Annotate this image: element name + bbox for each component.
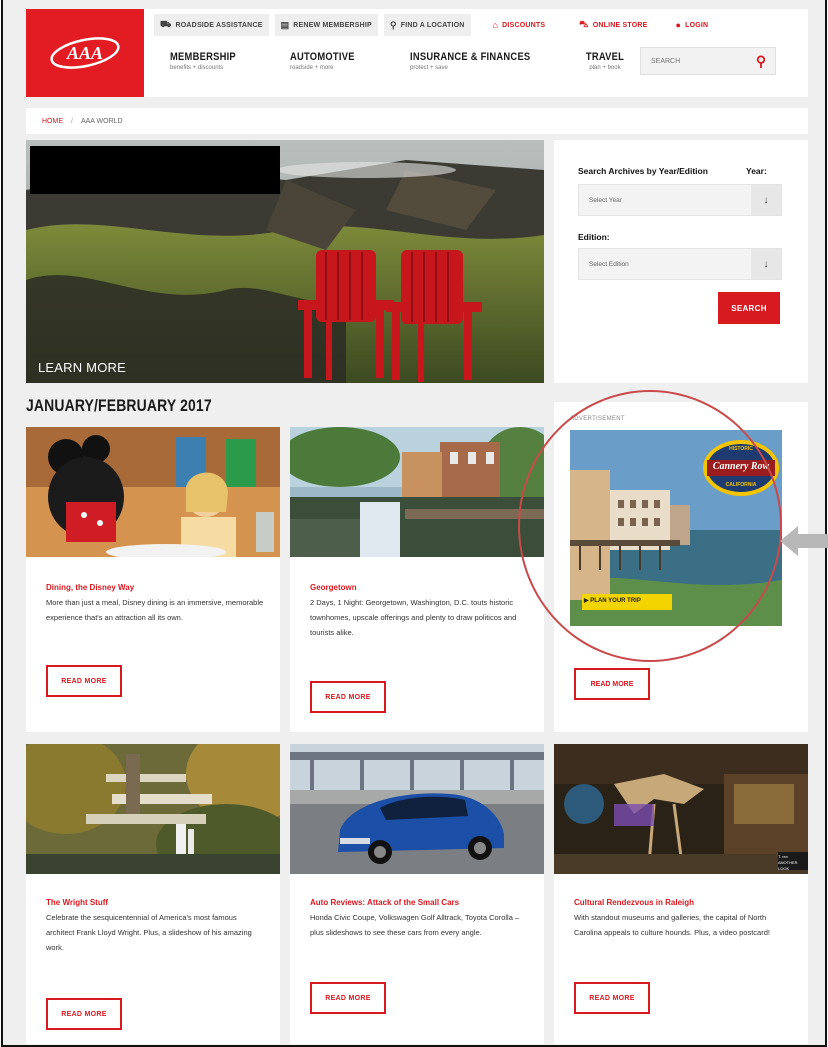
find-location-link[interactable]: ⚲ FIND A LOCATION bbox=[383, 14, 471, 36]
article-title[interactable]: Auto Reviews: Attack of the Small Cars bbox=[310, 898, 459, 907]
advertisement-label: ADVERTISEMENT bbox=[570, 416, 625, 422]
find-location-label: FIND A LOCATION bbox=[400, 21, 465, 29]
ad-plan-trip-label: PLAN YOUR TRIP bbox=[590, 598, 641, 604]
georgetown-image bbox=[290, 427, 544, 557]
year-label: Year: bbox=[746, 166, 767, 176]
read-more-button[interactable]: READ MORE bbox=[310, 681, 386, 713]
main-nav: MEMBERSHIP benefits + discounts AUTOMOTIV… bbox=[170, 51, 640, 71]
honda-civic-image bbox=[290, 744, 544, 874]
tag-icon: ⌂ bbox=[492, 20, 499, 30]
breadcrumb: HOME / AAA WORLD bbox=[26, 108, 808, 134]
discounts-label: DISCOUNTS bbox=[502, 21, 546, 29]
read-more-button[interactable]: READ MORE bbox=[46, 998, 122, 1030]
disney-image bbox=[26, 427, 280, 557]
ad-brand-top: HISTORIC bbox=[729, 446, 753, 452]
year-select[interactable]: Select Year ↓ bbox=[578, 184, 782, 216]
aaa-logo[interactable]: AAA bbox=[26, 9, 144, 97]
article-card-raleigh: T. rex ANOTHER LOOK Cultural Rendezvous … bbox=[554, 744, 808, 1044]
nav-membership-sub: benefits + discounts bbox=[170, 65, 224, 71]
exhibit-caption: T. rex ANOTHER LOOK bbox=[778, 854, 798, 871]
article-description: With standout museums and galleries, the… bbox=[574, 913, 770, 937]
online-store-label: ONLINE STORE bbox=[592, 21, 648, 29]
article-card-wright: The Wright Stuff Celebrate the sesquicen… bbox=[26, 744, 280, 1044]
search-icon[interactable]: ⚲ bbox=[747, 48, 775, 74]
card-icon: ▤ bbox=[280, 19, 290, 30]
article-description: 2 Days, 1 Night: Georgetown, Washington,… bbox=[310, 598, 517, 637]
article-title[interactable]: Dining, the Disney Way bbox=[46, 583, 134, 592]
cannery-row-ad[interactable]: HISTORIC Cannery Row CALIFORNIA ▶ PLAN Y… bbox=[570, 430, 782, 626]
ad-plan-trip-button[interactable]: ▶ PLAN YOUR TRIP bbox=[584, 597, 641, 604]
article-card-georgetown: Georgetown 2 Days, 1 Night: Georgetown, … bbox=[290, 427, 544, 732]
renew-membership-label: RENEW MEMBERSHIP bbox=[293, 21, 372, 29]
year-select-value: Select Year bbox=[589, 196, 622, 204]
ad-brand: Cannery Row bbox=[712, 461, 770, 472]
search-input[interactable] bbox=[641, 57, 751, 65]
museum-image bbox=[554, 744, 808, 874]
login-label: LOGIN bbox=[685, 21, 709, 29]
archive-search-button[interactable]: SEARCH bbox=[718, 292, 780, 324]
nav-insurance-title: INSURANCE & FINANCES bbox=[410, 51, 531, 63]
online-store-link[interactable]: ⛍ ONLINE STORE bbox=[573, 14, 653, 36]
year-dropdown-arrow-icon[interactable]: ↓ bbox=[751, 185, 781, 215]
archive-search-panel: Search Archives by Year/Edition Year: Se… bbox=[554, 140, 808, 383]
redacted-block bbox=[30, 146, 280, 194]
breadcrumb-separator: / bbox=[71, 117, 73, 125]
article-card-disney: Dining, the Disney Way More than just a … bbox=[26, 427, 280, 732]
edition-dropdown-arrow-icon[interactable]: ↓ bbox=[751, 249, 781, 279]
article-description: Celebrate the sesquicentennial of Americ… bbox=[46, 913, 252, 952]
article-image-wright[interactable] bbox=[26, 744, 280, 874]
ad-brand-bottom: CALIFORNIA bbox=[725, 482, 757, 488]
nav-travel-sub: plan + book bbox=[589, 65, 621, 71]
nav-insurance[interactable]: INSURANCE & FINANCES protect + save bbox=[410, 51, 570, 71]
article-image-auto[interactable] bbox=[290, 744, 544, 874]
article-image-disney[interactable] bbox=[26, 427, 280, 557]
edition-label: Edition: bbox=[578, 232, 610, 242]
user-icon: ● bbox=[675, 20, 682, 30]
login-link[interactable]: ● LOGIN bbox=[669, 14, 714, 36]
read-more-button[interactable]: READ MORE bbox=[46, 665, 122, 697]
site-search: ⚲ bbox=[640, 47, 776, 75]
nav-automotive[interactable]: AUTOMOTIVE roadside + more bbox=[290, 51, 410, 71]
nav-automotive-sub: roadside + more bbox=[290, 65, 334, 71]
car-icon: ⛟ bbox=[160, 19, 172, 29]
article-title[interactable]: Georgetown bbox=[310, 583, 357, 592]
site-header: AAA ⛟ ROADSIDE ASSISTANCE ▤ RENEW MEMBERSH… bbox=[26, 9, 808, 97]
nav-membership[interactable]: MEMBERSHIP benefits + discounts bbox=[170, 51, 290, 71]
discounts-link[interactable]: ⌂ DISCOUNTS bbox=[487, 14, 552, 36]
article-description: Honda Civic Coupe, Volkswagen Golf Alltr… bbox=[310, 913, 520, 937]
cart-icon: ⛍ bbox=[579, 19, 589, 29]
nav-travel[interactable]: TRAVEL plan + book bbox=[570, 51, 640, 71]
article-description: More than just a meal, Disney dining is … bbox=[46, 598, 264, 622]
edition-select-value: Select Edition bbox=[589, 260, 629, 268]
aaa-logo-icon: AAA bbox=[50, 37, 120, 69]
utility-bar: ⛟ ROADSIDE ASSISTANCE ▤ RENEW MEMBERSHIP ⚲… bbox=[154, 13, 714, 37]
location-pin-icon: ⚲ bbox=[389, 19, 397, 30]
renew-membership-link[interactable]: ▤ RENEW MEMBERSHIP bbox=[274, 14, 378, 36]
left-arrow-icon bbox=[780, 526, 828, 556]
breadcrumb-current: AAA WORLD bbox=[80, 117, 123, 125]
article-image-georgetown[interactable] bbox=[290, 427, 544, 557]
roadside-assistance-link[interactable]: ⛟ ROADSIDE ASSISTANCE bbox=[154, 14, 269, 36]
nav-travel-title: TRAVEL bbox=[585, 51, 625, 63]
breadcrumb-home[interactable]: HOME bbox=[42, 118, 63, 125]
article-image-raleigh[interactable]: T. rex ANOTHER LOOK bbox=[554, 744, 808, 874]
advertisement-card: ADVERTISEMENT HISTORIC Cannery Row CALIF… bbox=[554, 402, 808, 732]
svg-text:AAA: AAA bbox=[66, 43, 103, 63]
roadside-assistance-label: ROADSIDE ASSISTANCE bbox=[175, 21, 263, 29]
read-more-button[interactable]: READ MORE bbox=[574, 668, 650, 700]
read-more-button[interactable]: READ MORE bbox=[310, 982, 386, 1014]
issue-title: JANUARY/FEBRUARY 2017 bbox=[26, 396, 212, 415]
nav-insurance-sub: protect + save bbox=[410, 65, 448, 71]
read-more-button[interactable]: READ MORE bbox=[574, 982, 650, 1014]
article-title[interactable]: The Wright Stuff bbox=[46, 898, 108, 907]
article-title[interactable]: Cultural Rendezvous in Raleigh bbox=[574, 898, 694, 907]
edition-select[interactable]: Select Edition ↓ bbox=[578, 248, 782, 280]
fallingwater-image bbox=[26, 744, 280, 874]
article-card-auto: Auto Reviews: Attack of the Small Cars H… bbox=[290, 744, 544, 1044]
hero-learn-more[interactable]: LEARN MORE bbox=[38, 360, 126, 375]
nav-automotive-title: AUTOMOTIVE bbox=[290, 51, 355, 63]
nav-membership-title: MEMBERSHIP bbox=[170, 51, 236, 63]
archive-heading: Search Archives by Year/Edition bbox=[578, 166, 708, 176]
